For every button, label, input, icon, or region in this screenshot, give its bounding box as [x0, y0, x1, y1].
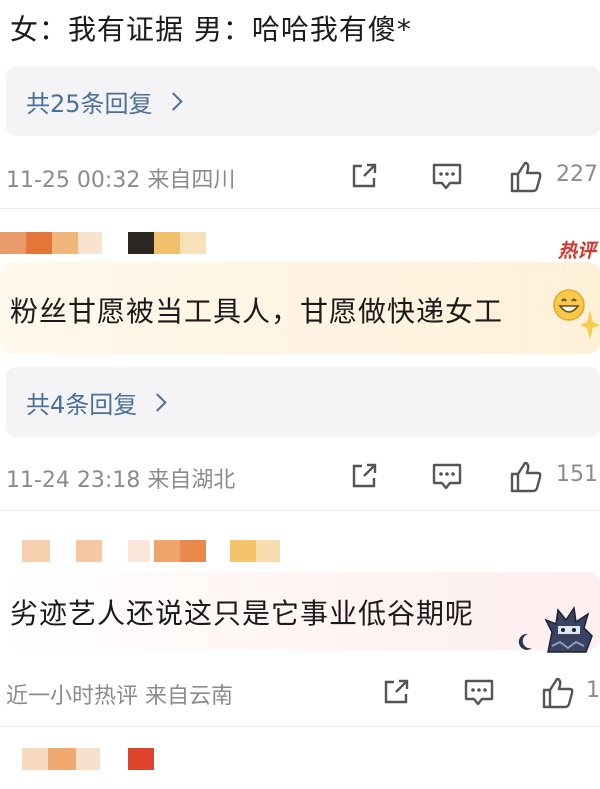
comment-meta: 11-24 23:18 来自湖北	[6, 468, 236, 493]
like-count: 227	[556, 162, 598, 187]
share-icon[interactable]	[348, 160, 380, 192]
comment-text: 劣迹艺人还说这只是它事业低谷期呢	[10, 597, 475, 630]
comment-meta-row: 11-24 23:18 来自湖北 151	[0, 456, 600, 496]
like-count: 151	[556, 462, 598, 487]
chevron-right-icon	[148, 393, 167, 412]
comment-text-top: 女：我有证据 男：哈哈我有傻*	[10, 13, 412, 46]
user-avatar-mosaic	[128, 232, 206, 254]
share-icon[interactable]	[348, 460, 380, 492]
sparkle-decoration	[580, 310, 600, 340]
user-avatar-mosaic	[154, 540, 280, 562]
share-icon[interactable]	[380, 676, 412, 708]
thumbs-up-icon[interactable]	[508, 160, 544, 194]
reply-box: 共25条回复	[6, 66, 600, 136]
reply-box: 共4条回复	[6, 367, 600, 437]
comment-icon[interactable]	[430, 460, 464, 492]
like-count: 1	[586, 678, 600, 703]
comment-meta: 近一小时热评 来自云南	[6, 684, 233, 709]
divider	[0, 208, 600, 209]
comment-meta-row: 近一小时热评 来自云南 1	[0, 672, 600, 712]
user-name-mosaic	[22, 748, 100, 770]
thumbs-up-icon[interactable]	[540, 676, 576, 710]
user-name-mosaic	[0, 232, 102, 254]
moon-icon	[518, 633, 532, 650]
chevron-right-icon	[163, 92, 183, 111]
view-replies-link[interactable]: 共4条回复	[26, 385, 167, 420]
divider	[0, 510, 600, 511]
comment-icon[interactable]	[430, 160, 464, 192]
comment-text: 粉丝甘愿被当工具人，甘愿做快递女工	[10, 295, 504, 328]
user-name-mosaic	[22, 540, 150, 562]
thumbs-up-icon[interactable]	[508, 460, 544, 494]
divider	[0, 726, 600, 727]
ninja-sticker-icon	[544, 605, 593, 653]
comment-icon[interactable]	[462, 676, 496, 708]
user-avatar-mosaic	[128, 748, 154, 770]
view-replies-link[interactable]: 共25条回复	[26, 84, 183, 119]
comment-meta-row: 11-25 00:32 来自四川 227	[0, 156, 600, 196]
comment-meta: 11-25 00:32 来自四川	[6, 168, 236, 193]
reply-count-label: 共4条回复	[26, 391, 138, 419]
hot-comment-tag: 热评	[558, 240, 597, 262]
reply-count-label: 共25条回复	[26, 90, 153, 118]
